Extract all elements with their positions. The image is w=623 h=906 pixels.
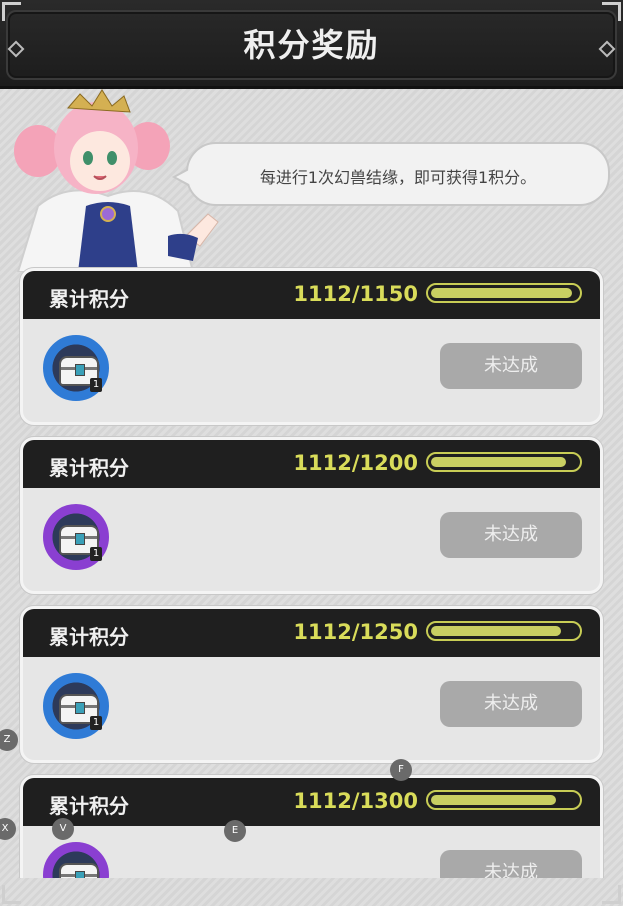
reward-score: 1112/1200 xyxy=(293,451,418,475)
progress-bar xyxy=(426,452,582,472)
header-bar: 积分奖励 xyxy=(0,0,623,89)
reward-item-icon[interactable]: 1 xyxy=(43,673,109,739)
reward-label: 累计积分 xyxy=(49,625,129,649)
progress-fill xyxy=(431,457,566,467)
progress-fill xyxy=(431,795,556,805)
key-hint-e[interactable]: E xyxy=(224,820,246,842)
progress-bar xyxy=(426,621,582,641)
reward-list[interactable]: 累计积分 1112/1150 1 未达成 累计积分 1112/1200 1 未达… xyxy=(0,262,623,878)
reward-item-icon[interactable]: 1 xyxy=(43,504,109,570)
key-hint-f[interactable]: F xyxy=(390,759,412,781)
reward-score: 1112/1150 xyxy=(293,282,418,306)
reward-score: 1112/1250 xyxy=(293,620,418,644)
reward-item-icon[interactable]: 1 xyxy=(43,335,109,401)
treasure-chest-icon xyxy=(59,863,99,878)
corner-ornament xyxy=(602,885,621,904)
reward-card-header: 累计积分 1112/1200 xyxy=(23,440,600,488)
reward-card: 累计积分 1112/1150 1 未达成 xyxy=(20,268,603,425)
speech-bubble-text: 每进行1次幻兽结缘，即可获得1积分。 xyxy=(259,168,537,187)
reward-label: 累计积分 xyxy=(49,456,129,480)
reward-card-header: 累计积分 1112/1150 xyxy=(23,271,600,319)
reward-label: 累计积分 xyxy=(49,287,129,311)
reward-label: 累计积分 xyxy=(49,794,129,818)
item-count: 1 xyxy=(90,716,102,730)
reward-score: 1112/1300 xyxy=(293,789,418,813)
claim-status-button[interactable]: 未达成 xyxy=(440,850,582,878)
corner-ornament xyxy=(2,885,21,904)
claim-status-button[interactable]: 未达成 xyxy=(440,681,582,727)
progress-bar xyxy=(426,283,582,303)
reward-card-header: 累计积分 1112/1250 xyxy=(23,609,600,657)
speech-bubble: 每进行1次幻兽结缘，即可获得1积分。 xyxy=(172,142,610,206)
corner-ornament xyxy=(602,2,621,21)
progress-fill xyxy=(431,288,572,298)
progress-bar xyxy=(426,790,582,810)
reward-card: 累计积分 1112/1300 1 未达成 xyxy=(20,775,603,878)
key-hint-v[interactable]: V xyxy=(52,818,74,840)
page-title: 积分奖励 xyxy=(243,26,380,64)
reward-item-icon[interactable]: 1 xyxy=(43,842,109,878)
reward-card-header: 累计积分 1112/1300 xyxy=(23,778,600,826)
claim-status-button[interactable]: 未达成 xyxy=(440,512,582,558)
corner-ornament xyxy=(2,2,21,21)
item-count: 1 xyxy=(90,547,102,561)
item-count: 1 xyxy=(90,378,102,392)
reward-card: 累计积分 1112/1250 1 未达成 xyxy=(20,606,603,763)
claim-status-button[interactable]: 未达成 xyxy=(440,343,582,389)
reward-card: 累计积分 1112/1200 1 未达成 xyxy=(20,437,603,594)
progress-fill xyxy=(431,626,561,636)
reward-panel: 积分奖励 每进行1次幻兽结缘，即可获得1积分。 累计积分 1112/1150 1… xyxy=(0,0,623,906)
